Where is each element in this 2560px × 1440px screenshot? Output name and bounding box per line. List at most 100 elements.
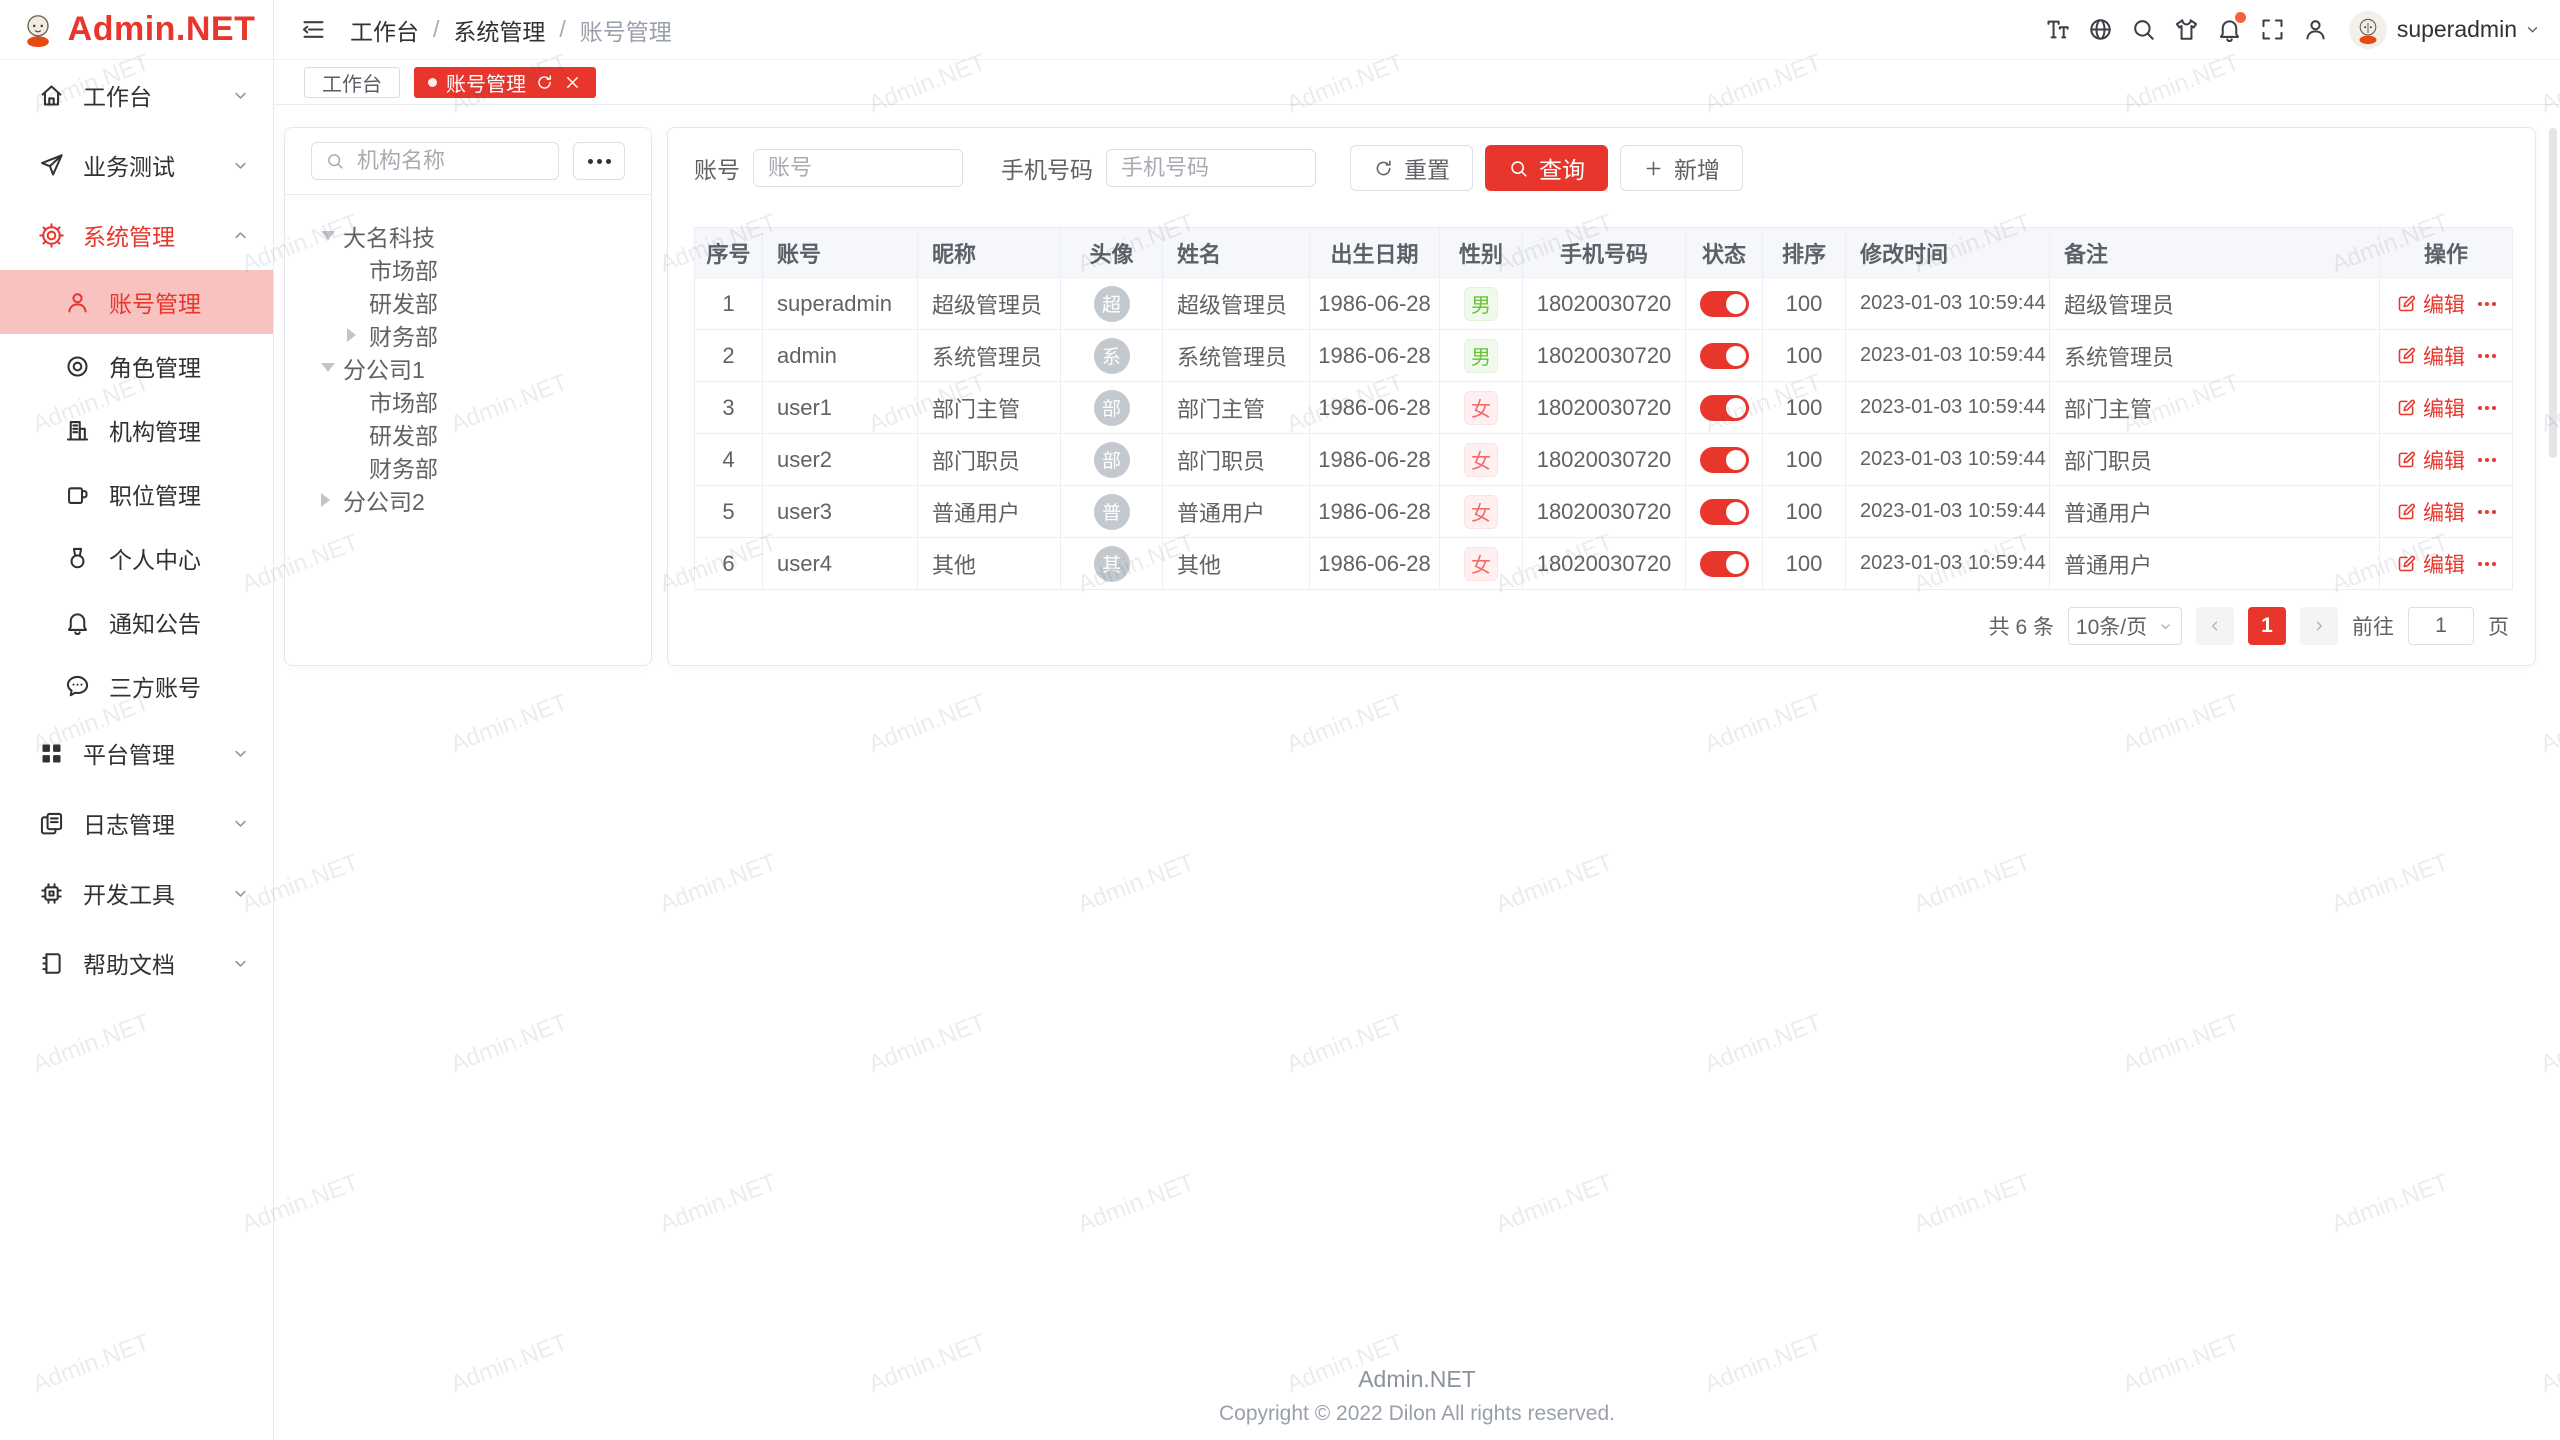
edit-button[interactable]: 编辑 xyxy=(2396,445,2465,475)
edit-button[interactable]: 编辑 xyxy=(2396,549,2465,579)
collapse-menu-icon[interactable] xyxy=(296,13,330,47)
scrollbar-thumb[interactable] xyxy=(2549,128,2557,458)
more-actions-button[interactable] xyxy=(2478,562,2496,566)
sidebar-subitem-通知公告[interactable]: 通知公告 xyxy=(0,590,273,654)
goto-page-input[interactable] xyxy=(2408,607,2474,645)
user-menu-caret-icon[interactable] xyxy=(2523,20,2542,39)
sidebar-item-日志管理[interactable]: 日志管理 xyxy=(0,788,273,858)
cell-birth: 1986-06-28 xyxy=(1310,538,1440,590)
cell-modified: 2023-01-03 10:59:44 xyxy=(1846,486,2050,538)
cell-name: 普通用户 xyxy=(1163,486,1310,538)
breadcrumb-item[interactable]: 账号管理 xyxy=(580,13,672,47)
tab-工作台[interactable]: 工作台 xyxy=(304,67,400,98)
current-page-button[interactable]: 1 xyxy=(2248,607,2286,645)
sidebar-subitem-label: 机构管理 xyxy=(109,413,251,447)
cell-phone: 18020030720 xyxy=(1523,330,1686,382)
tree-node-市场部[interactable]: 市场部 xyxy=(285,252,651,285)
sidebar-item-帮助文档[interactable]: 帮助文档 xyxy=(0,928,273,998)
prev-page-button[interactable] xyxy=(2196,607,2234,645)
search-icon[interactable] xyxy=(2122,8,2165,51)
table-row: 5user3普通用户普普通用户1986-06-28女18020030720100… xyxy=(695,486,2513,538)
tab-账号管理[interactable]: 账号管理 xyxy=(414,67,596,98)
add-button[interactable]: 新增 xyxy=(1620,145,1743,191)
account-filter-label: 账号 xyxy=(694,151,740,185)
edit-button[interactable]: 编辑 xyxy=(2396,393,2465,423)
query-button[interactable]: 查询 xyxy=(1485,145,1608,191)
tree-node-分公司1[interactable]: 分公司1 xyxy=(285,351,651,384)
theme-icon[interactable] xyxy=(2165,8,2208,51)
tree-node-市场部[interactable]: 市场部 xyxy=(285,384,651,417)
account-filter-input[interactable] xyxy=(753,149,963,187)
status-toggle[interactable] xyxy=(1700,447,1749,473)
sidebar-item-业务测试[interactable]: 业务测试 xyxy=(0,130,273,200)
user-avatar[interactable] xyxy=(2349,11,2387,49)
sidebar-subitem-角色管理[interactable]: 角色管理 xyxy=(0,334,273,398)
cell-order: 100 xyxy=(1763,434,1846,486)
username[interactable]: superadmin xyxy=(2397,16,2517,43)
sidebar-subitem-label: 角色管理 xyxy=(109,349,251,383)
language-icon[interactable] xyxy=(2079,8,2122,51)
tree-node-财务部[interactable]: 财务部 xyxy=(285,318,651,351)
cell-remark: 普通用户 xyxy=(2050,486,2380,538)
tree-node-大名科技[interactable]: 大名科技 xyxy=(285,219,651,252)
notification-icon[interactable] xyxy=(2208,8,2251,51)
sidebar-subitem-职位管理[interactable]: 职位管理 xyxy=(0,462,273,526)
refresh-icon[interactable] xyxy=(535,73,554,92)
sidebar-item-系统管理[interactable]: 系统管理 xyxy=(0,200,273,270)
column-header-昵称: 昵称 xyxy=(918,228,1061,278)
cell-birth: 1986-06-28 xyxy=(1310,382,1440,434)
page-size-select[interactable]: 10条/页 xyxy=(2068,607,2182,645)
tree-node-分公司2[interactable]: 分公司2 xyxy=(285,483,651,516)
fullscreen-icon[interactable] xyxy=(2251,8,2294,51)
cell-nickname: 部门主管 xyxy=(918,382,1061,434)
cell-index: 5 xyxy=(695,486,763,538)
status-toggle[interactable] xyxy=(1700,343,1749,369)
breadcrumb-item[interactable]: 工作台 xyxy=(350,13,419,47)
cell-nickname: 系统管理员 xyxy=(918,330,1061,382)
next-page-button[interactable] xyxy=(2300,607,2338,645)
sidebar-subitem-个人中心[interactable]: 个人中心 xyxy=(0,526,273,590)
font-size-icon[interactable] xyxy=(2036,8,2079,51)
sidebar-item-平台管理[interactable]: 平台管理 xyxy=(0,718,273,788)
sidebar-item-开发工具[interactable]: 开发工具 xyxy=(0,858,273,928)
reset-button[interactable]: 重置 xyxy=(1350,145,1473,191)
edit-label: 编辑 xyxy=(2423,393,2465,423)
more-actions-button[interactable] xyxy=(2478,302,2496,306)
org-more-button[interactable] xyxy=(573,142,625,180)
more-actions-button[interactable] xyxy=(2478,458,2496,462)
tree-node-研发部[interactable]: 研发部 xyxy=(285,285,651,318)
edit-label: 编辑 xyxy=(2423,289,2465,319)
close-icon[interactable] xyxy=(563,73,582,92)
tree-node-label: 市场部 xyxy=(369,252,438,286)
status-toggle[interactable] xyxy=(1700,551,1749,577)
goto-unit-label: 页 xyxy=(2488,611,2509,641)
status-toggle[interactable] xyxy=(1700,291,1749,317)
status-toggle[interactable] xyxy=(1700,395,1749,421)
sidebar-subitem-机构管理[interactable]: 机构管理 xyxy=(0,398,273,462)
more-actions-button[interactable] xyxy=(2478,510,2496,514)
goto-label: 前往 xyxy=(2352,611,2394,641)
cell-account: superadmin xyxy=(763,278,918,330)
edit-button[interactable]: 编辑 xyxy=(2396,289,2465,319)
sidebar-subitem-账号管理[interactable]: 账号管理 xyxy=(0,270,273,334)
breadcrumb-item[interactable]: 系统管理 xyxy=(453,13,545,47)
status-toggle[interactable] xyxy=(1700,499,1749,525)
more-actions-button[interactable] xyxy=(2478,354,2496,358)
person-icon[interactable] xyxy=(2294,8,2337,51)
sidebar-subitem-label: 账号管理 xyxy=(109,285,251,319)
tree-caret-icon xyxy=(347,328,369,342)
edit-button[interactable]: 编辑 xyxy=(2396,341,2465,371)
org-search-input[interactable] xyxy=(355,147,545,175)
tree-node-研发部[interactable]: 研发部 xyxy=(285,417,651,450)
search-icon xyxy=(325,151,345,171)
more-actions-button[interactable] xyxy=(2478,406,2496,410)
sidebar-item-工作台[interactable]: 工作台 xyxy=(0,60,273,130)
sidebar-subitem-三方账号[interactable]: 三方账号 xyxy=(0,654,273,718)
tree-node-label: 市场部 xyxy=(369,384,438,418)
edit-button[interactable]: 编辑 xyxy=(2396,497,2465,527)
tab-label: 工作台 xyxy=(322,68,382,97)
tree-node-label: 研发部 xyxy=(369,285,438,319)
app-logo: Admin.NET xyxy=(0,0,273,60)
tree-node-财务部[interactable]: 财务部 xyxy=(285,450,651,483)
phone-filter-input[interactable] xyxy=(1106,149,1316,187)
